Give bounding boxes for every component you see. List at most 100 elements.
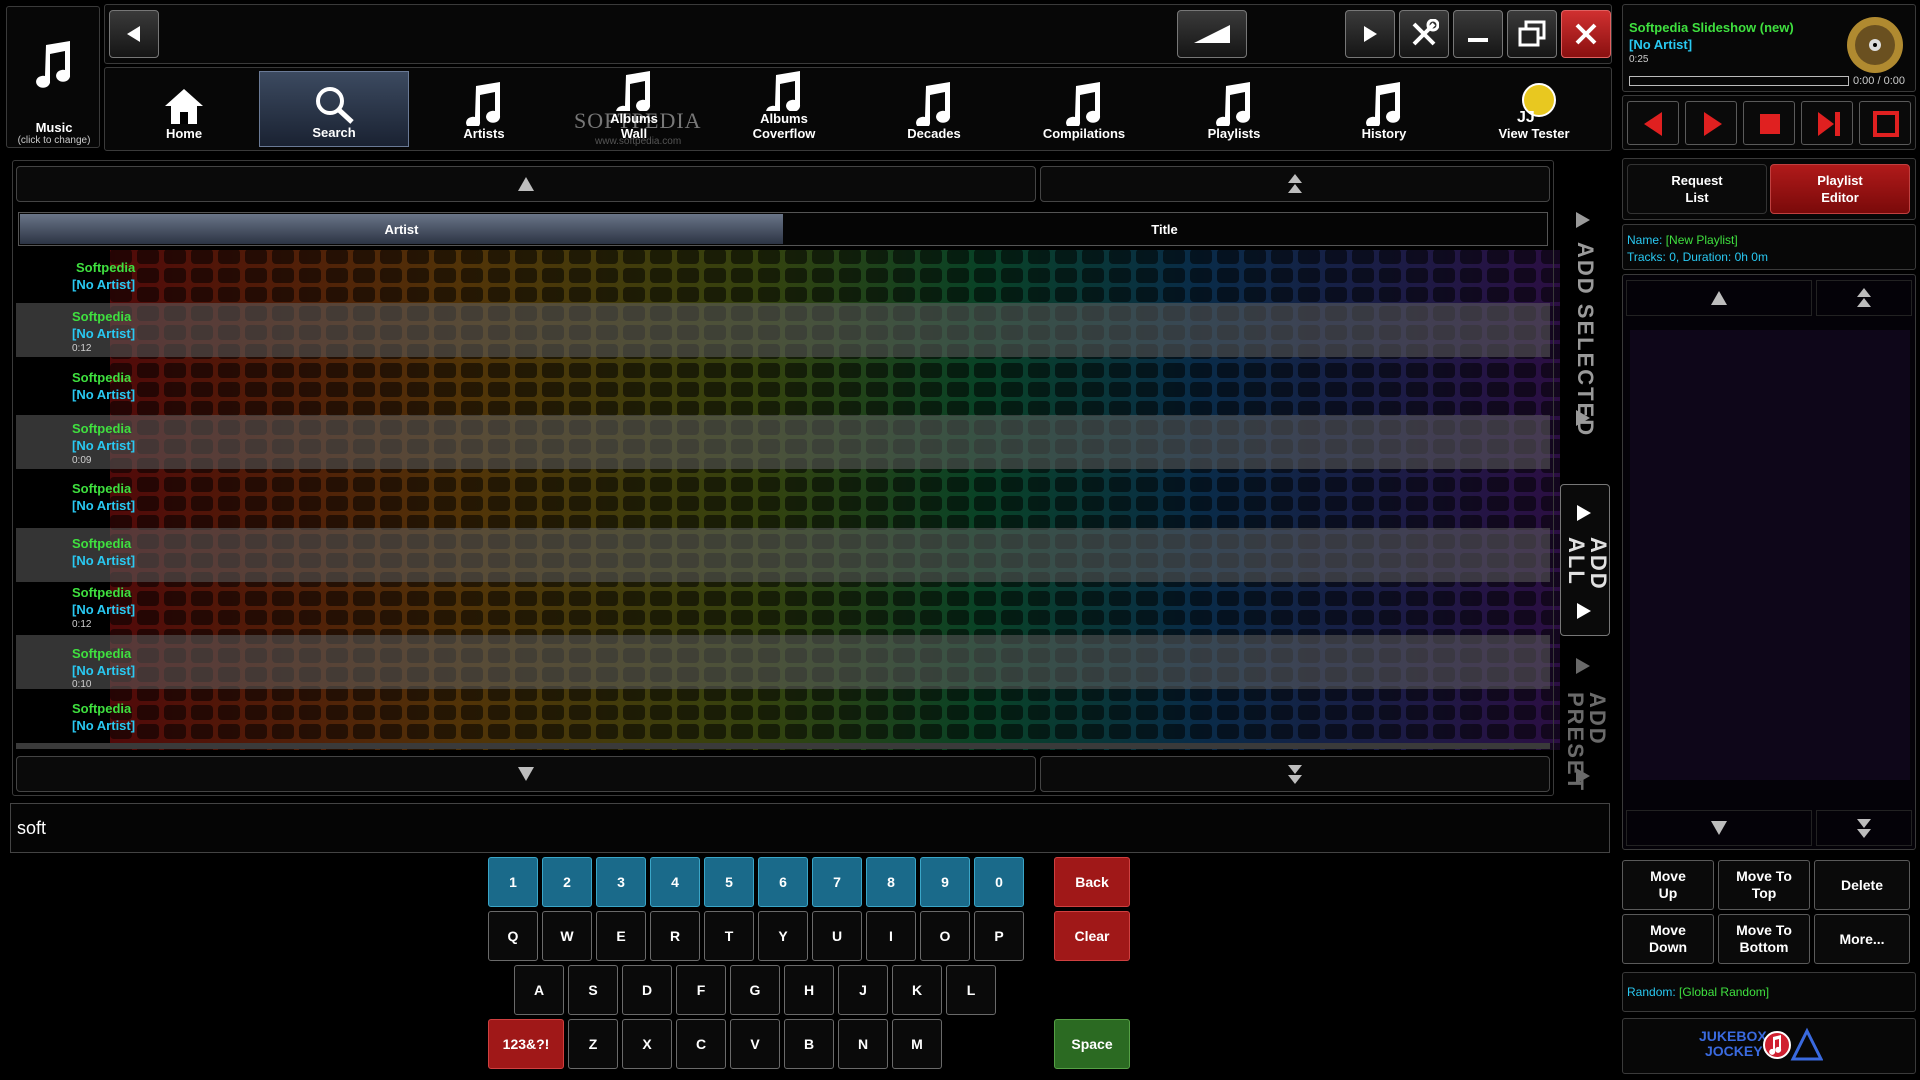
move-to-top-button[interactable]: Move To Top bbox=[1718, 860, 1810, 910]
key-z[interactable]: Z bbox=[568, 1019, 618, 1069]
key-1[interactable]: 1 bbox=[488, 857, 538, 907]
nav-albums-coverflow[interactable]: Albums Coverflow bbox=[709, 71, 859, 147]
nav-playlists[interactable]: Playlists bbox=[1159, 71, 1309, 147]
key-b[interactable]: B bbox=[784, 1019, 834, 1069]
key-t[interactable]: T bbox=[704, 911, 754, 961]
playlist-scroll-top[interactable] bbox=[1816, 280, 1912, 316]
add-all-button[interactable]: ADD ALL bbox=[1560, 484, 1611, 636]
list-item[interactable]: Softpedia [No Artist] 0:09 bbox=[16, 415, 1550, 469]
key-u[interactable]: U bbox=[812, 911, 862, 961]
key-o[interactable]: O bbox=[920, 911, 970, 961]
playlist-scroll-bottom[interactable] bbox=[1816, 810, 1912, 846]
key-n[interactable]: N bbox=[838, 1019, 888, 1069]
nav-albums-wall[interactable]: Albums Wall bbox=[559, 71, 709, 147]
list-scrollbar[interactable] bbox=[16, 743, 1550, 749]
key-f[interactable]: F bbox=[676, 965, 726, 1015]
key-5[interactable]: 5 bbox=[704, 857, 754, 907]
key-6[interactable]: 6 bbox=[758, 857, 808, 907]
key-j[interactable]: J bbox=[838, 965, 888, 1015]
list-item[interactable]: Softpedia [No Artist] bbox=[16, 475, 1550, 529]
nav-decades[interactable]: Decades bbox=[859, 71, 1009, 147]
delete-button[interactable]: Delete bbox=[1814, 860, 1910, 910]
minimize-button[interactable] bbox=[1453, 10, 1503, 58]
progress-bar[interactable] bbox=[1629, 76, 1849, 86]
nav-history[interactable]: History bbox=[1309, 71, 1459, 147]
key-r[interactable]: R bbox=[650, 911, 700, 961]
list-item[interactable]: Softpedia [No Artist] bbox=[16, 528, 1550, 582]
music-selector[interactable]: Music (click to change) bbox=[6, 6, 100, 148]
list-item[interactable]: Softpedia [No Artist] 0:12 bbox=[16, 585, 1550, 639]
random-panel[interactable]: Random: [Global Random] bbox=[1622, 972, 1916, 1012]
scroll-bottom-button[interactable] bbox=[1040, 756, 1550, 792]
key-3[interactable]: 3 bbox=[596, 857, 646, 907]
scroll-top-button[interactable] bbox=[1040, 166, 1550, 202]
nav-view-tester[interactable]: JJ View Tester bbox=[1459, 71, 1609, 147]
volume-button[interactable] bbox=[1177, 10, 1247, 58]
key-2[interactable]: 2 bbox=[542, 857, 592, 907]
tab-playlist-editor[interactable]: Playlist Editor bbox=[1770, 164, 1910, 214]
key-q[interactable]: Q bbox=[488, 911, 538, 961]
rewind-button[interactable] bbox=[1627, 101, 1679, 145]
move-down-button[interactable]: Move Down bbox=[1622, 914, 1714, 964]
stop-after-button[interactable] bbox=[1859, 101, 1911, 145]
stop-button[interactable] bbox=[1743, 101, 1795, 145]
key-e[interactable]: E bbox=[596, 911, 646, 961]
list-item[interactable]: Softpedia [No Artist] 0:12 bbox=[16, 303, 1550, 357]
key-k[interactable]: K bbox=[892, 965, 942, 1015]
playlist-scroll-down[interactable] bbox=[1626, 810, 1812, 846]
list-item[interactable]: Softpedia [No Artist] bbox=[16, 364, 1550, 418]
nav-artists[interactable]: Artists bbox=[409, 71, 559, 147]
skip-button[interactable] bbox=[1801, 101, 1853, 145]
key-8[interactable]: 8 bbox=[866, 857, 916, 907]
add-preset-button[interactable]: ADD PRESET bbox=[1560, 652, 1610, 792]
move-to-bottom-button[interactable]: Move To Bottom bbox=[1718, 914, 1810, 964]
play-nav-button[interactable] bbox=[1345, 10, 1395, 58]
key-m[interactable]: M bbox=[892, 1019, 942, 1069]
key-4[interactable]: 4 bbox=[650, 857, 700, 907]
key-w[interactable]: W bbox=[542, 911, 592, 961]
list-item[interactable]: Softpedia [No Artist] bbox=[16, 254, 1550, 308]
column-title[interactable]: Title bbox=[783, 214, 1546, 244]
playlist-scroll-up[interactable] bbox=[1626, 280, 1812, 316]
key-s[interactable]: S bbox=[568, 965, 618, 1015]
track-title: Softpedia bbox=[76, 260, 136, 275]
key-c[interactable]: C bbox=[676, 1019, 726, 1069]
nav-home[interactable]: Home bbox=[109, 71, 259, 147]
key-9[interactable]: 9 bbox=[920, 857, 970, 907]
add-selected-button[interactable]: ADD SELECTED bbox=[1560, 200, 1610, 470]
key-g[interactable]: G bbox=[730, 965, 780, 1015]
nav-search[interactable]: Search bbox=[259, 71, 409, 147]
symbols-key[interactable]: 123&?! bbox=[488, 1019, 564, 1069]
key-l[interactable]: L bbox=[946, 965, 996, 1015]
key-v[interactable]: V bbox=[730, 1019, 780, 1069]
now-playing-panel: Softpedia Slideshow (new) [No Artist] 0:… bbox=[1622, 4, 1916, 92]
back-key[interactable]: Back bbox=[1054, 857, 1130, 907]
key-y[interactable]: Y bbox=[758, 911, 808, 961]
key-d[interactable]: D bbox=[622, 965, 672, 1015]
logo-panel: JUKEBOX JOCKEY bbox=[1622, 1018, 1916, 1074]
back-nav-button[interactable] bbox=[109, 10, 159, 58]
restore-button[interactable] bbox=[1507, 10, 1557, 58]
key-i[interactable]: I bbox=[866, 911, 916, 961]
move-up-button[interactable]: Move Up bbox=[1622, 860, 1714, 910]
key-p[interactable]: P bbox=[974, 911, 1024, 961]
scroll-down-button[interactable] bbox=[16, 756, 1036, 792]
key-7[interactable]: 7 bbox=[812, 857, 862, 907]
key-h[interactable]: H bbox=[784, 965, 834, 1015]
scroll-up-button[interactable] bbox=[16, 166, 1036, 202]
play-button[interactable] bbox=[1685, 101, 1737, 145]
column-artist[interactable]: Artist bbox=[20, 214, 783, 244]
close-button[interactable] bbox=[1561, 10, 1611, 58]
key-a[interactable]: A bbox=[514, 965, 564, 1015]
settings-button[interactable] bbox=[1399, 10, 1449, 58]
list-item[interactable]: Softpedia [No Artist] 0:10 bbox=[16, 635, 1550, 690]
search-input[interactable]: soft bbox=[10, 803, 1610, 853]
tab-request-list[interactable]: Request List bbox=[1627, 164, 1767, 214]
nav-compilations[interactable]: Compilations bbox=[1009, 71, 1159, 147]
more-button[interactable]: More... bbox=[1814, 914, 1910, 964]
key-0[interactable]: 0 bbox=[974, 857, 1024, 907]
track-duration: 0:09 bbox=[72, 455, 92, 466]
clear-key[interactable]: Clear bbox=[1054, 911, 1130, 961]
key-x[interactable]: X bbox=[622, 1019, 672, 1069]
space-key[interactable]: Space bbox=[1054, 1019, 1130, 1069]
